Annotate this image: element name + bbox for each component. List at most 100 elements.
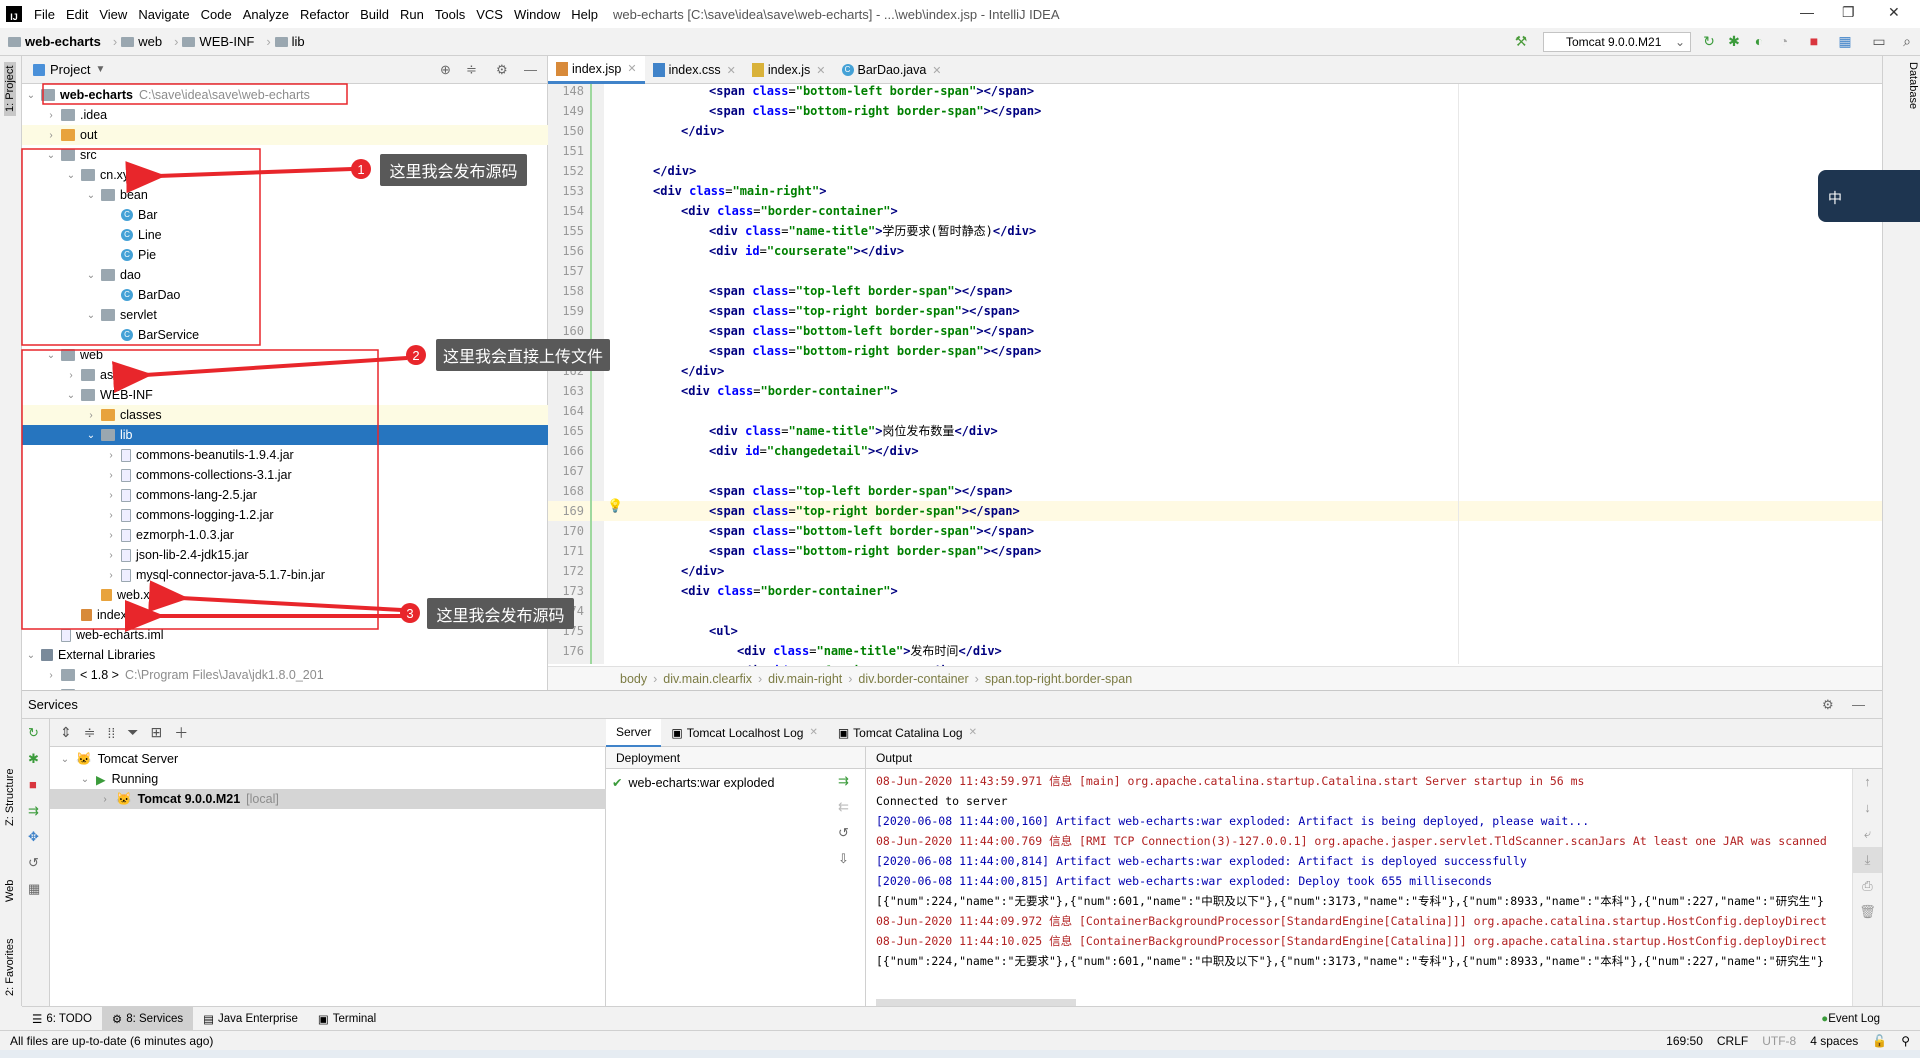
undeploy-icon[interactable]: ⇇: [838, 799, 849, 815]
build-hammer-icon[interactable]: ⚒: [1512, 33, 1530, 51]
code-line[interactable]: 153 <div class="main-right">: [548, 181, 1882, 201]
add-service-icon[interactable]: ＋: [174, 723, 188, 743]
menu-code[interactable]: Code: [201, 7, 232, 22]
code-line[interactable]: 167: [548, 461, 1882, 481]
code-line[interactable]: 164: [548, 401, 1882, 421]
tree-item[interactable]: ⌄ servlet: [22, 305, 548, 325]
code-line[interactable]: 160 <span class="bottom-left border-span"…: [548, 321, 1882, 341]
deploy-icon[interactable]: ⇉: [838, 773, 849, 789]
chevron-down-icon[interactable]: ⌄: [44, 150, 58, 161]
close-icon[interactable]: ✕: [932, 64, 941, 77]
project-view-dropdown[interactable]: Project: [50, 62, 90, 77]
deployment-item[interactable]: ✔ web-echarts:war exploded: [612, 775, 774, 791]
chevron-down-icon[interactable]: ⌄: [24, 90, 38, 101]
editor-breadcrumb-item[interactable]: body: [620, 672, 647, 686]
breadcrumb-lib[interactable]: lib: [274, 34, 305, 49]
chevron-down-icon[interactable]: ⌄: [84, 190, 98, 201]
code-line[interactable]: 171 <span class="bottom-right border-span…: [548, 541, 1882, 561]
editor-breadcrumb-item[interactable]: span.top-right.border-span: [985, 672, 1132, 686]
menu-refactor[interactable]: Refactor: [300, 7, 349, 22]
maximize-button[interactable]: ❐: [1842, 4, 1855, 21]
code-line[interactable]: 173 <div class="border-container">: [548, 581, 1882, 601]
menu-build[interactable]: Build: [360, 7, 389, 22]
code-line[interactable]: 157: [548, 261, 1882, 281]
chevron-right-icon[interactable]: ›: [104, 490, 118, 501]
code-line[interactable]: 170 <span class="bottom-left border-span"…: [548, 521, 1882, 541]
layout-icon[interactable]: ▭: [1870, 33, 1888, 51]
bottom-tab-todo[interactable]: ☰ 6: TODO: [22, 1007, 102, 1031]
chevron-right-icon[interactable]: ›: [104, 450, 118, 461]
tool-window-project[interactable]: 1: Project: [4, 61, 16, 116]
chevron-down-icon[interactable]: ⌄: [84, 310, 98, 321]
bottom-tab-services[interactable]: ⚙ 8: Services: [101, 1006, 194, 1031]
code-line[interactable]: 159 <span class="top-right border-span"><…: [548, 301, 1882, 321]
tool-window-database[interactable]: Database: [1907, 62, 1919, 109]
update-icon[interactable]: ⇩: [838, 851, 849, 867]
hide-panel-icon[interactable]: —: [524, 62, 537, 77]
up-arrow-icon[interactable]: ↑: [1853, 769, 1882, 795]
chevron-right-icon[interactable]: ›: [104, 510, 118, 521]
collapse-all-icon[interactable]: ≑: [84, 724, 96, 741]
ime-widget[interactable]: 中: [1818, 170, 1920, 222]
scroll-to-end-icon[interactable]: ⤓: [1853, 847, 1882, 873]
rerun-icon[interactable]: ↻: [1700, 33, 1718, 51]
deploy-icon[interactable]: ⇉: [28, 803, 39, 819]
chevron-right-icon[interactable]: ›: [104, 470, 118, 481]
debug-icon[interactable]: ✱: [1725, 33, 1743, 51]
code-line[interactable]: 150 </div>: [548, 121, 1882, 141]
menu-tools[interactable]: Tools: [435, 7, 465, 22]
code-line[interactable]: 158 <span class="top-left border-span"></…: [548, 281, 1882, 301]
chevron-right-icon[interactable]: ›: [104, 550, 118, 561]
code-line[interactable]: 165 <div class="name-title">岗位发布数量</div>: [548, 421, 1882, 441]
chevron-right-icon[interactable]: ›: [44, 670, 58, 681]
locate-icon[interactable]: ⊕: [440, 62, 451, 78]
menu-help[interactable]: Help: [571, 7, 598, 22]
down-arrow-icon[interactable]: ↓: [1853, 795, 1882, 821]
service-tab-2[interactable]: ▣ Tomcat Catalina Log ✕: [828, 719, 987, 747]
close-icon[interactable]: ✕: [809, 727, 817, 738]
tool-window-structure[interactable]: Z: Structure: [4, 769, 16, 826]
code-line[interactable]: 174: [548, 601, 1882, 621]
tree-item[interactable]: C Line: [22, 225, 548, 245]
trash-icon[interactable]: 🗑: [1853, 899, 1882, 925]
code-line[interactable]: 166 <div id="changedetail"></div>: [548, 441, 1882, 461]
tab-index-css[interactable]: index.css ✕: [645, 56, 744, 84]
tree-item[interactable]: ⌄ web-echarts C:\save\idea\save\web-echart…: [22, 85, 548, 105]
chevron-down-icon[interactable]: ⌄: [24, 650, 38, 661]
tree-item[interactable]: ⌄ External Libraries: [22, 645, 548, 665]
close-icon[interactable]: ✕: [969, 727, 977, 738]
line-separator[interactable]: CRLF: [1717, 1034, 1748, 1048]
layout-icon[interactable]: ▦: [28, 881, 40, 897]
tree-item[interactable]: › json-lib-2.4-jdk15.jar: [22, 545, 548, 565]
new-tab-icon[interactable]: ⊞: [150, 724, 162, 741]
tab-index-jsp[interactable]: index.jsp ✕: [548, 56, 645, 84]
chevron-down-icon[interactable]: ⌄: [84, 430, 98, 441]
breadcrumb-web[interactable]: web: [121, 34, 162, 49]
tree-item[interactable]: › commons-beanutils-1.9.4.jar: [22, 445, 548, 465]
chevron-down-icon[interactable]: ⌄: [64, 390, 78, 401]
chevron-right-icon[interactable]: ›: [44, 110, 58, 121]
rerun-icon[interactable]: ↻: [28, 725, 39, 741]
code-line[interactable]: 168 <span class="top-left border-span"></…: [548, 481, 1882, 501]
code-line[interactable]: 172 </div>: [548, 561, 1882, 581]
chevron-right-icon[interactable]: ›: [104, 530, 118, 541]
tree-item[interactable]: › commons-logging-1.2.jar: [22, 505, 548, 525]
tab-bardao-java[interactable]: C BarDao.java ✕: [834, 56, 950, 84]
chevron-down-icon[interactable]: ⌄: [64, 170, 78, 181]
chevron-right-icon[interactable]: ›: [104, 570, 118, 581]
profile-icon[interactable]: ◔: [1775, 33, 1793, 51]
refresh-icon[interactable]: ↺: [28, 855, 39, 871]
lightbulb-icon[interactable]: 💡: [607, 498, 623, 514]
tree-item[interactable]: C BarDao: [22, 285, 548, 305]
filter-icon[interactable]: ⏷: [127, 724, 138, 741]
service-tree-item[interactable]: ⌄ ▶ Running: [50, 769, 606, 789]
file-encoding[interactable]: UTF-8: [1762, 1034, 1796, 1048]
stop-icon[interactable]: ■: [29, 777, 37, 792]
service-tab-1[interactable]: ▣ Tomcat Localhost Log ✕: [661, 719, 827, 747]
chevron-down-icon[interactable]: ⌄: [44, 350, 58, 361]
code-line[interactable]: 148 <span class="bottom-left border-span"…: [548, 81, 1882, 101]
editor-breadcrumb-item[interactable]: div.main.clearfix: [663, 672, 752, 686]
hide-panel-icon[interactable]: —: [1852, 697, 1865, 712]
tool-window-favorites[interactable]: 2: Favorites: [4, 939, 16, 996]
minimize-button[interactable]: —: [1800, 4, 1814, 20]
